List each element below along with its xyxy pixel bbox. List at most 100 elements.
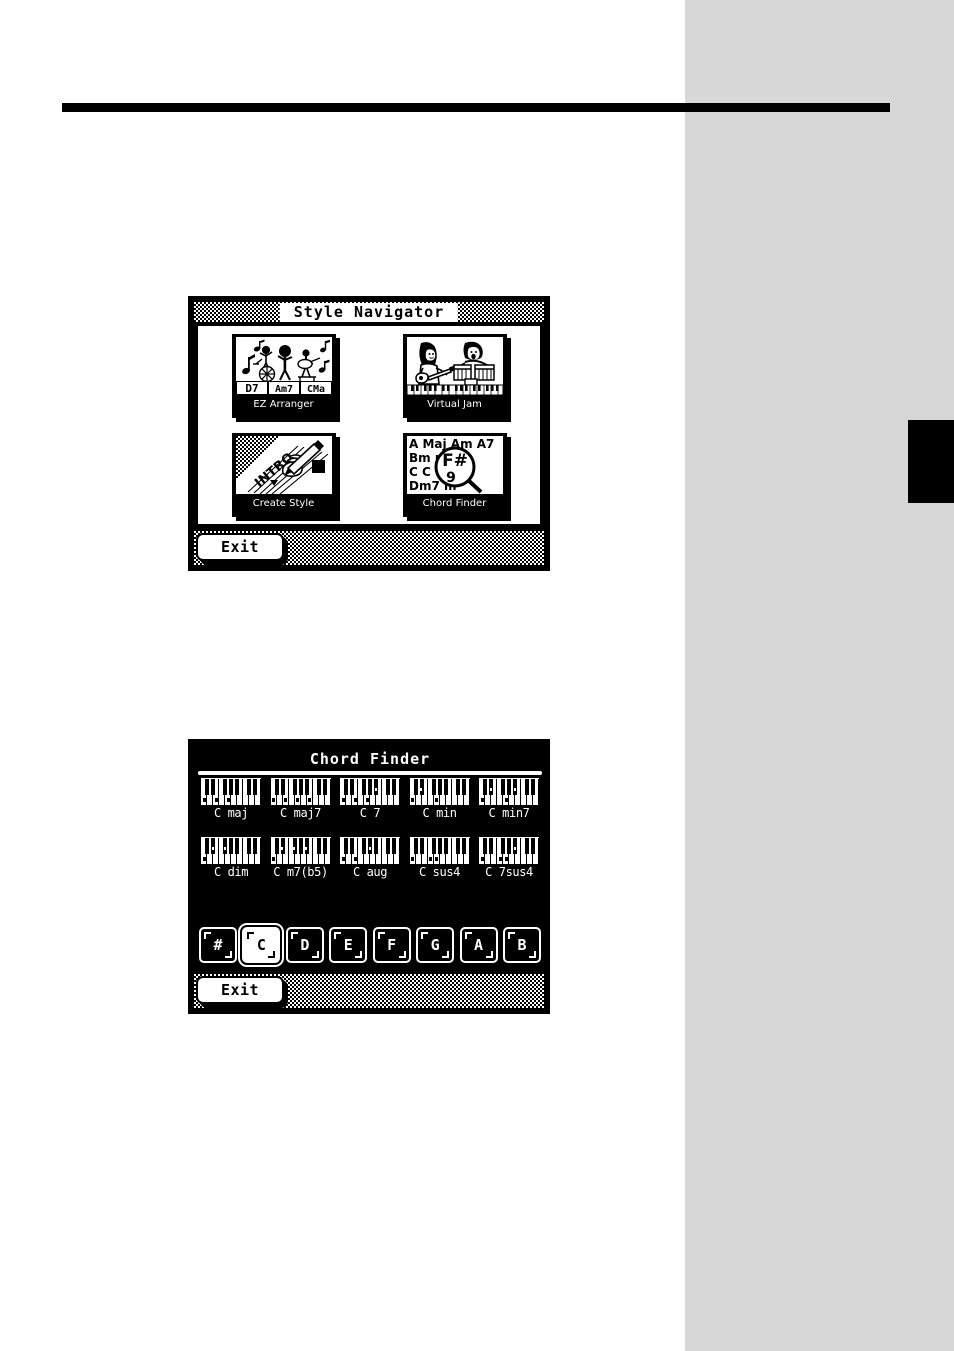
footer-bar: Exit [194,974,544,1008]
tile-face[interactable]: D7 Am7 CMa EZ Arranger [231,333,336,418]
chord-cell[interactable]: C 7 [337,778,403,821]
mini-keyboard-icon [479,837,539,864]
corner-mark-icon [377,932,385,939]
note-selector-row: # C D E F G A B [199,925,541,965]
note-button-label: F [387,936,397,954]
tile-face[interactable]: A Maj Am A7 Bm m7 C C Cm Dm7 m F# 9 Chor… [402,432,507,517]
tile-label: Chord Finder [422,497,487,509]
tile-face[interactable]: INTRO Create Style [231,432,336,517]
note-button-f[interactable]: F [372,927,411,963]
chord-cell[interactable]: C min7 [476,778,542,821]
corner-mark-icon [355,951,363,958]
lcd-screen-chord-finder: Chord Finder C maj C maj7 C 7 C min C min7 C… [188,739,550,1014]
tile-face[interactable]: Virtual Jam [402,333,507,418]
chord-cell[interactable]: C sus4 [407,837,473,880]
tile-create-style[interactable]: INTRO Create Style [231,432,340,521]
chord-cell[interactable]: C m7(b5) [268,837,334,880]
note-button-label: A [474,936,484,954]
note-button-c[interactable]: C [242,927,281,963]
chord-cell[interactable]: C aug [337,837,403,880]
svg-text:CMa: CMa [306,384,324,395]
chord-cell[interactable]: C maj7 [268,778,334,821]
chord-cell[interactable]: C maj [198,778,264,821]
svg-text:Am7: Am7 [274,384,292,395]
mini-keyboard-icon [409,837,470,864]
band-chords-icon: D7 Am7 CMa [235,336,332,395]
mini-keyboard-icon [479,778,539,805]
style-navigator-body: D7 Am7 CMa EZ Arranger Virtual Jam INTRO… [196,324,542,526]
corner-mark-icon [485,951,493,958]
exit-button[interactable]: Exit [196,976,284,1004]
footer-bar: Exit [194,531,544,565]
chord-label: C maj7 [280,806,321,820]
corner-mark-icon [290,932,298,939]
note-button-sharp[interactable]: # [199,927,237,963]
note-button-e[interactable]: E [329,927,368,963]
corner-mark-icon [225,951,232,958]
corner-mark-icon [442,951,450,958]
tile-label: Virtual Jam [427,398,482,410]
tile-ez-arranger[interactable]: D7 Am7 CMa EZ Arranger [231,333,340,422]
tile-virtual-jam[interactable]: Virtual Jam [402,333,511,422]
note-button-label: B [517,936,527,954]
chord-label: C sus4 [419,865,460,879]
corner-mark-icon [464,932,472,939]
mini-keyboard-icon [201,837,261,864]
mini-keyboard-icon [270,778,331,805]
page-sidebar-band [685,0,954,1351]
chapter-thumb-tab [908,420,954,503]
magnifier-chordlist-icon: A Maj Am A7 Bm m7 C C Cm Dm7 m F# 9 [406,435,503,494]
chord-label: C min [422,806,457,820]
note-button-label: G [430,936,440,954]
corner-mark-icon [247,932,255,939]
mini-keyboard-icon [201,778,261,805]
title-bar: Style Navigator [194,302,544,322]
note-button-g[interactable]: G [416,927,455,963]
mini-keyboard-icon [409,778,470,805]
chord-cell[interactable]: C dim [198,837,264,880]
svg-text:9: 9 [446,470,456,486]
hand-writing-intro-icon: INTRO [235,435,332,494]
note-button-label: C [256,936,266,954]
tile-label: EZ Arranger [253,398,314,410]
tile-label: Create Style [252,497,315,509]
lcd-screen-style-navigator: Style Navigator D7 Am7 CMa EZ Arranger V… [188,296,550,571]
note-button-label: D [300,936,310,954]
note-button-d[interactable]: D [285,927,324,963]
corner-mark-icon [507,932,515,939]
corner-mark-icon [398,951,406,958]
chord-row-top: C maj C maj7 C 7 C min C min7 [198,778,542,821]
corner-mark-icon [421,932,429,939]
chord-label: C min7 [488,806,530,820]
corner-mark-icon [268,951,276,958]
chord-label: C m7(b5) [273,865,328,879]
svg-text:F#: F# [442,451,468,471]
chord-cell[interactable]: C min [407,778,473,821]
exit-button[interactable]: Exit [196,533,284,561]
chord-cell[interactable]: C 7sus4 [476,837,542,880]
mini-keyboard-icon [340,837,400,864]
note-button-label: # [213,936,223,954]
mini-keyboard-icon [270,837,331,864]
corner-mark-icon [311,951,319,958]
svg-text:D7: D7 [245,382,258,395]
guitarist-drummer-icon [406,336,503,395]
chord-finder-body: C maj C maj7 C 7C min C min7 C dim C m7(b5) C… [196,775,544,969]
note-button-b[interactable]: B [502,927,541,963]
corner-mark-icon [204,932,211,939]
note-button-label: E [343,936,353,954]
note-button-a[interactable]: A [459,927,498,963]
tile-grid: D7 Am7 CMa EZ Arranger Virtual Jam INTRO… [198,326,540,524]
corner-mark-icon [334,932,342,939]
chord-label: C maj [213,806,249,820]
page-title: Style Navigator [279,303,459,322]
corner-mark-icon [528,951,536,958]
mini-keyboard-icon [340,778,400,805]
chord-row-bottom: C dim C m7(b5) C aug C sus4 C 7sus4 [198,837,542,880]
tile-chord-finder[interactable]: A Maj Am A7 Bm m7 C C Cm Dm7 m F# 9 Chor… [402,432,511,521]
chord-label: C dim [213,865,249,879]
page-header-rule [62,103,890,112]
chord-label: C aug [352,865,388,879]
chord-label: C 7 [359,806,381,820]
chord-label: C 7sus4 [485,865,533,879]
